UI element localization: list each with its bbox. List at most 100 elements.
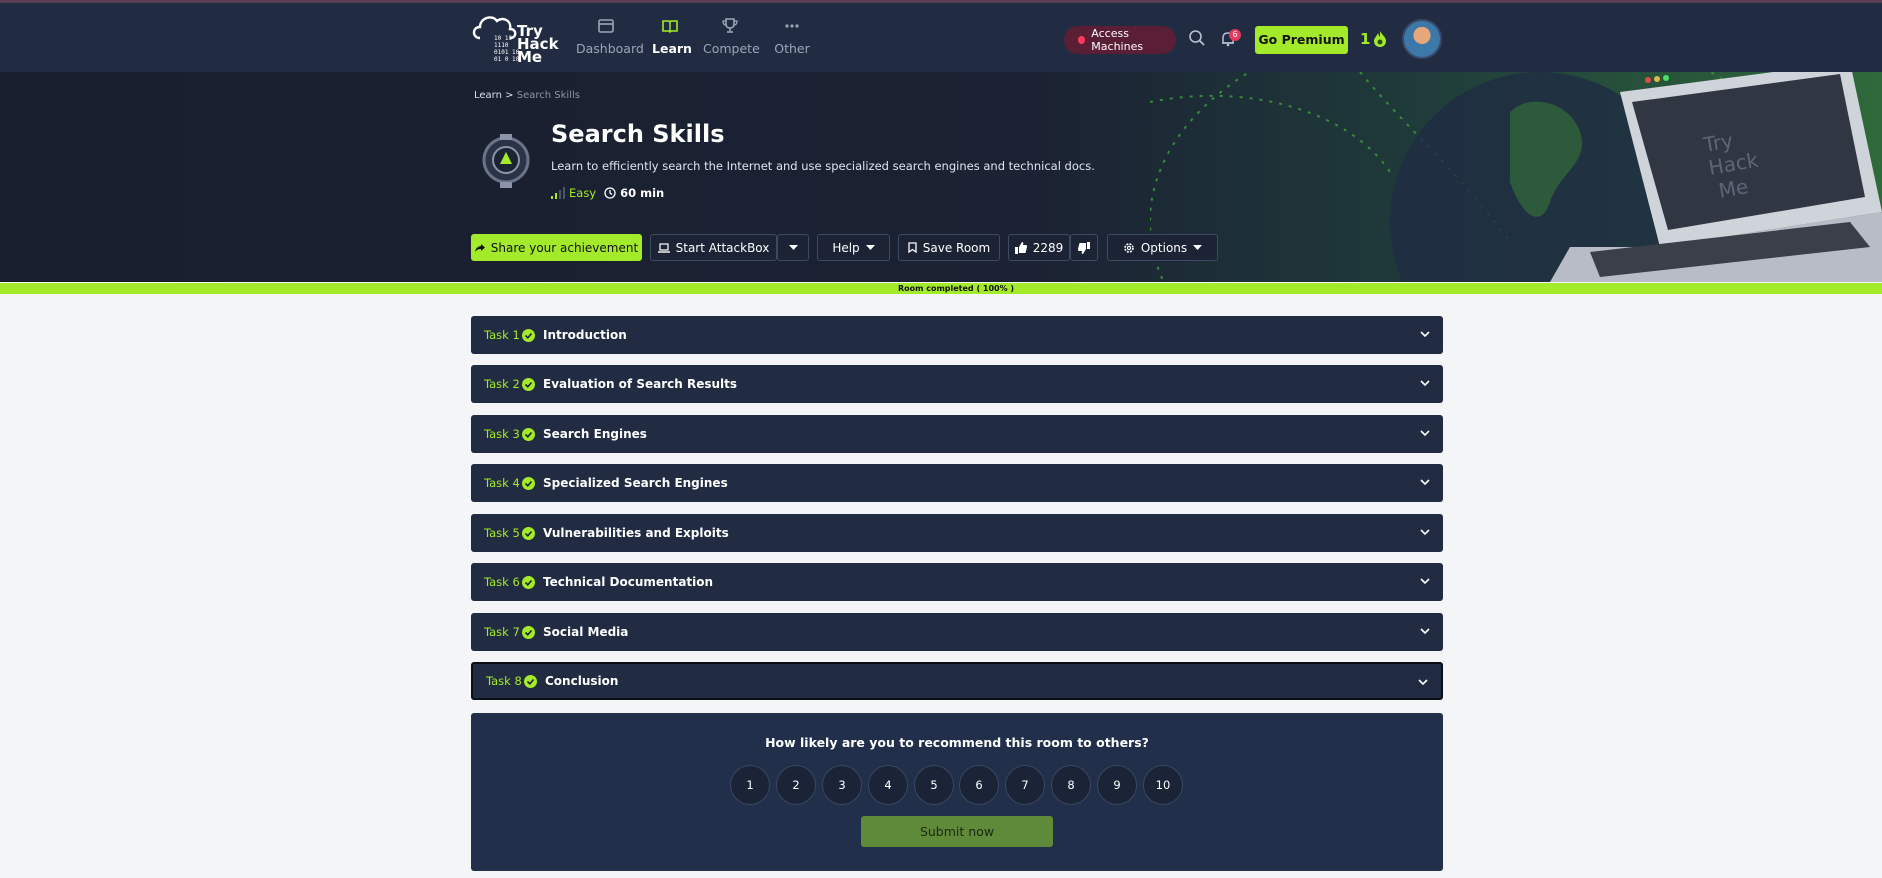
go-premium-button[interactable]: Go Premium [1255, 26, 1348, 54]
rating-option[interactable]: 7 [1005, 765, 1045, 805]
check-circle-icon [522, 427, 535, 441]
top-nav: 10 10 1110 0101 10 01 0 10 Try Hack Me D… [0, 3, 1882, 72]
caret-down-icon [1193, 244, 1203, 250]
more-icon [785, 24, 799, 28]
task-row[interactable]: Task 8 Conclusion [471, 662, 1443, 700]
recommend-panel: How likely are you to recommend this roo… [471, 713, 1443, 871]
task-number: Task 4 [484, 476, 520, 490]
attackbox-label: Start AttackBox [675, 240, 770, 255]
share-achievement-button[interactable]: Share your achievement [471, 234, 642, 261]
nav-item-dashboard[interactable]: Dashboard [576, 15, 644, 61]
task-number: Task 8 [486, 674, 522, 688]
task-title: Conclusion [545, 674, 619, 688]
task-row[interactable]: Task 1 Introduction [471, 316, 1443, 354]
tryhackme-logo[interactable]: 10 10 1110 0101 10 01 0 10 Try Hack Me [470, 8, 560, 65]
laptop-illustration: Try Hack Me [1150, 72, 1882, 282]
options-button[interactable]: Options [1107, 234, 1218, 261]
duration-label: 60 min [620, 186, 665, 200]
difficulty: Easy [551, 186, 596, 200]
task-number: Task 6 [484, 575, 520, 589]
like-count: 2289 [1032, 240, 1064, 255]
thumbs-down-icon [1078, 241, 1090, 254]
save-room-button[interactable]: Save Room [898, 234, 1000, 261]
nav-label: Learn [652, 41, 692, 56]
help-button[interactable]: Help [817, 234, 890, 261]
submit-button[interactable]: Submit now [861, 816, 1053, 847]
breadcrumb-current: Search Skills [516, 90, 580, 101]
rating-option[interactable]: 4 [868, 765, 908, 805]
task-row[interactable]: Task 3 Search Engines [471, 415, 1443, 453]
check-circle-icon [522, 328, 535, 342]
task-number: Task 7 [484, 625, 520, 639]
rating-option[interactable]: 6 [959, 765, 999, 805]
nav-label: Compete [703, 41, 760, 56]
logo-text: Try Hack Me [517, 24, 559, 65]
rating-option[interactable]: 3 [822, 765, 862, 805]
duration: 60 min [604, 186, 664, 200]
chevron-down-icon [1420, 380, 1430, 387]
status-dot [1078, 36, 1086, 44]
task-row[interactable]: Task 6 Technical Documentation [471, 563, 1443, 601]
avatar[interactable] [1402, 19, 1442, 59]
logo-binary-line: 10 10 [494, 35, 513, 42]
logo-binary-line: 1110 [494, 42, 509, 49]
share-icon [474, 243, 485, 252]
difficulty-label: Easy [569, 186, 597, 200]
rating-option[interactable]: 1 [730, 765, 770, 805]
bookmark-icon [908, 242, 917, 253]
chevron-down-icon [1420, 430, 1430, 437]
task-number: Task 1 [484, 328, 520, 342]
task-title: Specialized Search Engines [543, 476, 728, 490]
clock-icon [604, 187, 616, 199]
attackbox-dropdown-button[interactable] [777, 234, 809, 261]
nav-item-learn[interactable]: Learn [652, 15, 692, 61]
access-machines-button[interactable]: Access Machines [1064, 26, 1176, 54]
room-progress-label: Room completed ( 100% ) [897, 284, 1015, 293]
recommend-question: How likely are you to recommend this roo… [765, 735, 1149, 750]
dashboard-icon [598, 19, 614, 33]
task-row[interactable]: Task 2 Evaluation of Search Results [471, 365, 1443, 403]
task-row[interactable]: Task 7 Social Media [471, 613, 1443, 651]
start-attackbox-button[interactable]: Start AttackBox [650, 234, 777, 261]
caret-down-icon [865, 244, 875, 250]
room-meta: Easy 60 min [551, 186, 664, 200]
check-circle-icon [522, 575, 535, 589]
chevron-down-icon [1420, 479, 1430, 486]
chevron-down-icon [1420, 628, 1430, 635]
task-number: Task 3 [484, 427, 520, 441]
thumbs-up-icon [1014, 241, 1027, 254]
breadcrumb-separator: > [505, 90, 514, 101]
like-button[interactable]: 2289 [1008, 234, 1070, 261]
task-title: Search Engines [543, 427, 647, 441]
task-title: Vulnerabilities and Exploits [543, 526, 729, 540]
nav-label: Dashboard [576, 41, 644, 56]
check-circle-icon [522, 476, 535, 490]
breadcrumb: Learn > Search Skills [474, 90, 580, 101]
search-icon[interactable] [1188, 29, 1206, 47]
access-machines-label: Access Machines [1091, 27, 1144, 53]
rating-option[interactable]: 10 [1143, 765, 1183, 805]
rating-option[interactable]: 9 [1097, 765, 1137, 805]
check-circle-icon [524, 674, 537, 688]
nav-item-other[interactable]: Other [774, 15, 810, 61]
trophy-icon [722, 18, 738, 33]
rating-option[interactable]: 8 [1051, 765, 1091, 805]
options-label: Options [1140, 240, 1188, 255]
check-circle-icon [522, 526, 535, 540]
task-title: Social Media [543, 625, 629, 639]
task-row[interactable]: Task 4 Specialized Search Engines [471, 464, 1443, 502]
task-row[interactable]: Task 5 Vulnerabilities and Exploits [471, 514, 1443, 552]
nav-item-compete[interactable]: Compete [703, 15, 760, 61]
chevron-down-icon [1418, 679, 1428, 686]
dislike-button[interactable] [1070, 234, 1098, 261]
rating-option[interactable]: 2 [776, 765, 816, 805]
task-number: Task 5 [484, 526, 520, 540]
flame-icon [1374, 31, 1386, 47]
help-label: Help [832, 240, 860, 255]
caret-down-icon [788, 244, 798, 250]
chevron-down-icon [1420, 578, 1430, 585]
breadcrumb-learn[interactable]: Learn [474, 90, 502, 101]
task-title: Introduction [543, 328, 627, 342]
rating-option[interactable]: 5 [914, 765, 954, 805]
logo-binary-line: 01 0 10 [494, 56, 520, 63]
